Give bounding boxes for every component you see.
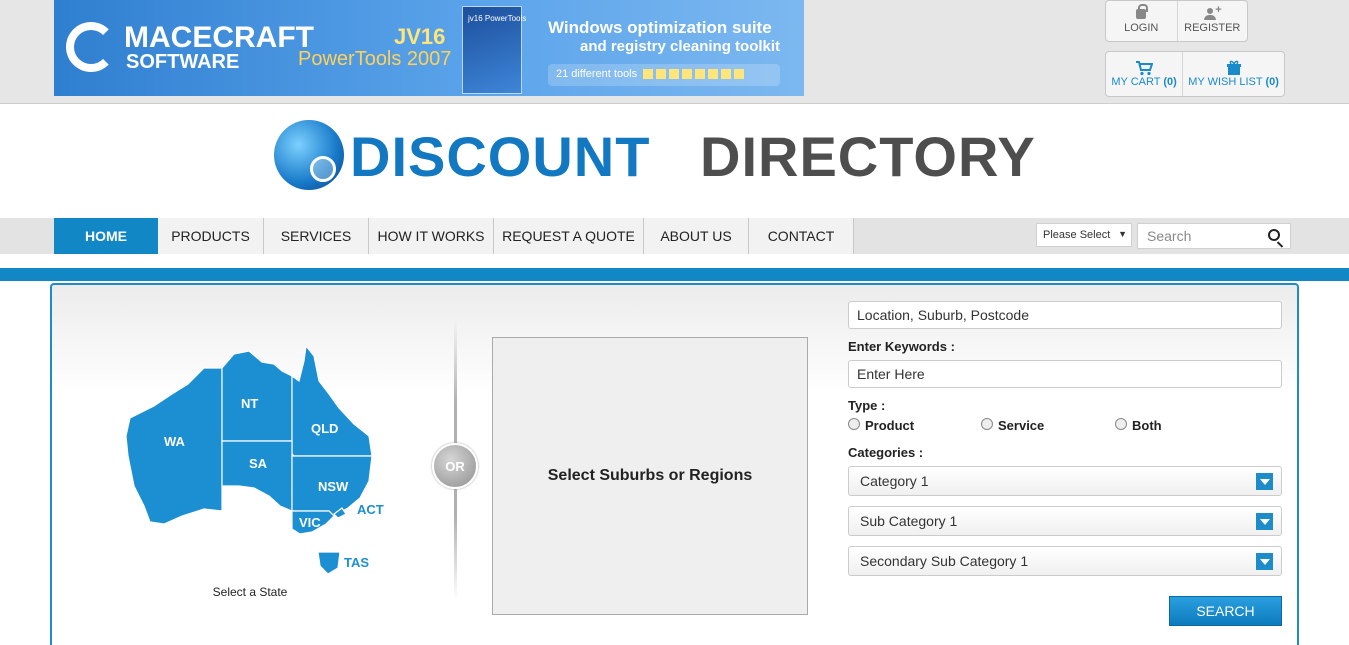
login-label: LOGIN (1124, 21, 1159, 34)
register-link[interactable]: REGISTER (1176, 1, 1248, 41)
chevron-down-icon[interactable] (1256, 513, 1273, 530)
wish-list-count: (0) (1265, 76, 1279, 88)
location-field (848, 301, 1282, 329)
cart-label: MY CART (1111, 76, 1161, 88)
radio-icon[interactable] (848, 417, 860, 430)
state-label-vic[interactable]: VIC (299, 515, 321, 530)
nav-about-us[interactable]: ABOUT US (644, 218, 749, 254)
wish-list-link[interactable]: MY WISH LIST (0) (1182, 52, 1284, 96)
state-tas (317, 551, 341, 575)
nav-products[interactable]: PRODUCTS (158, 218, 264, 254)
nav-home[interactable]: HOME (54, 218, 158, 254)
tool-icon (669, 69, 680, 80)
type-service-option[interactable]: Service (981, 417, 1045, 433)
ad-tagline1: Windows optimization suite (548, 18, 772, 37)
tool-icon (682, 69, 693, 80)
tool-icon (643, 69, 654, 80)
cart-icon (1136, 61, 1154, 76)
state-label-nt[interactable]: NT (241, 396, 258, 411)
type-label: Type : (848, 398, 886, 413)
nav-contact[interactable]: CONTACT (749, 218, 854, 254)
state-label-act[interactable]: ACT (357, 502, 384, 517)
add-user-icon (1204, 4, 1222, 20)
or-badge: OR (432, 443, 478, 489)
ad-tools-strip: 21 different tools (548, 64, 780, 86)
category-select[interactable]: Category 1 (848, 466, 1282, 496)
search-icon[interactable] (1268, 229, 1280, 241)
chevron-down-icon[interactable] (1256, 473, 1273, 490)
gift-icon (1226, 60, 1241, 75)
secondary-sub-category-select[interactable]: Secondary Sub Category 1 (848, 546, 1282, 576)
type-product-option[interactable]: Product (848, 417, 915, 433)
accent-band (0, 268, 1349, 281)
nav-request-a-quote[interactable]: REQUEST A QUOTE (494, 218, 644, 254)
secondary-sub-category-value: Secondary Sub Category 1 (860, 553, 1029, 569)
location-input[interactable] (849, 302, 1281, 328)
account-links: LOGIN REGISTER (1105, 0, 1248, 42)
nav-how-it-works[interactable]: HOW IT WORKS (369, 218, 494, 254)
site-logo[interactable]: DISCOUNT DIRECTORY (272, 118, 1082, 198)
type-both-option[interactable]: Both (1115, 417, 1162, 433)
state-label-nsw[interactable]: NSW (318, 479, 349, 494)
product-box-label: jv16 PowerTools (468, 14, 527, 23)
type-product-label: Product (865, 418, 915, 433)
tool-icon (721, 69, 732, 80)
globe-icon (274, 120, 344, 190)
sub-category-select[interactable]: Sub Category 1 (848, 506, 1282, 536)
tool-icon (734, 69, 745, 80)
search-scope-select[interactable]: Please Select ▼ (1036, 223, 1132, 247)
macecraft-logo-icon (66, 22, 116, 72)
radio-icon[interactable] (1115, 417, 1127, 430)
ad-product-line1: JV16 (394, 24, 446, 49)
tool-icon (695, 69, 706, 80)
keywords-field (848, 360, 1282, 388)
chevron-down-icon[interactable] (1256, 553, 1273, 570)
sub-category-value: Sub Category 1 (860, 513, 958, 529)
suburbs-regions-box[interactable]: Select Suburbs or Regions (492, 337, 808, 615)
advertisement-banner[interactable]: MACECRAFT SOFTWARE JV16 PowerTools 2007 … (54, 0, 804, 96)
logo-word-discount: DISCOUNT (350, 125, 651, 188)
state-label-tas[interactable]: TAS (344, 555, 369, 570)
radio-icon[interactable] (981, 417, 993, 430)
ad-brand-line2: SOFTWARE (126, 51, 240, 73)
lock-icon (1136, 3, 1149, 19)
register-label: REGISTER (1184, 22, 1241, 34)
header-search (1137, 223, 1291, 249)
search-button[interactable]: SEARCH (1169, 596, 1282, 626)
state-label-sa[interactable]: SA (249, 456, 268, 471)
categories-label: Categories : (848, 445, 924, 460)
main-nav: HOME PRODUCTS SERVICES HOW IT WORKS REQU… (54, 218, 854, 254)
cart-count: (0) (1163, 76, 1177, 88)
ad-tools-text: 21 different tools (556, 68, 638, 80)
nav-services[interactable]: SERVICES (264, 218, 369, 254)
tool-icon (656, 69, 667, 80)
type-service-label: Service (998, 418, 1045, 433)
login-link[interactable]: LOGIN (1106, 1, 1177, 41)
cart-links: MY CART (0) MY WISH LIST (0) (1105, 51, 1285, 97)
type-both-label: Both (1132, 418, 1162, 433)
ad-product-line2: PowerTools 2007 (298, 48, 452, 70)
state-qld (291, 344, 373, 457)
ad-brand-line1: MACECRAFT (124, 21, 314, 54)
state-sa (221, 440, 293, 512)
search-scope-value: Please Select (1043, 229, 1111, 241)
keywords-label: Enter Keywords : (848, 339, 955, 354)
australia-map: WA NT SA QLD NSW VIC ACT TAS (124, 344, 394, 581)
keywords-input[interactable] (849, 361, 1281, 387)
wish-list-label: MY WISH LIST (1188, 76, 1263, 88)
category-value: Category 1 (860, 473, 929, 489)
header-search-input[interactable] (1138, 224, 1258, 248)
map-caption: Select a State (212, 585, 288, 599)
logo-word-directory: DIRECTORY (700, 125, 1036, 188)
state-label-qld[interactable]: QLD (311, 421, 338, 436)
triangle-down-icon: ▼ (1118, 229, 1127, 239)
my-cart-link[interactable]: MY CART (0) (1106, 52, 1182, 96)
state-label-wa[interactable]: WA (164, 434, 186, 449)
tool-icon (708, 69, 719, 80)
ad-tagline2: and registry cleaning toolkit (580, 38, 781, 55)
australia-map-svg: WA NT SA QLD NSW VIC ACT TAS (125, 344, 384, 575)
